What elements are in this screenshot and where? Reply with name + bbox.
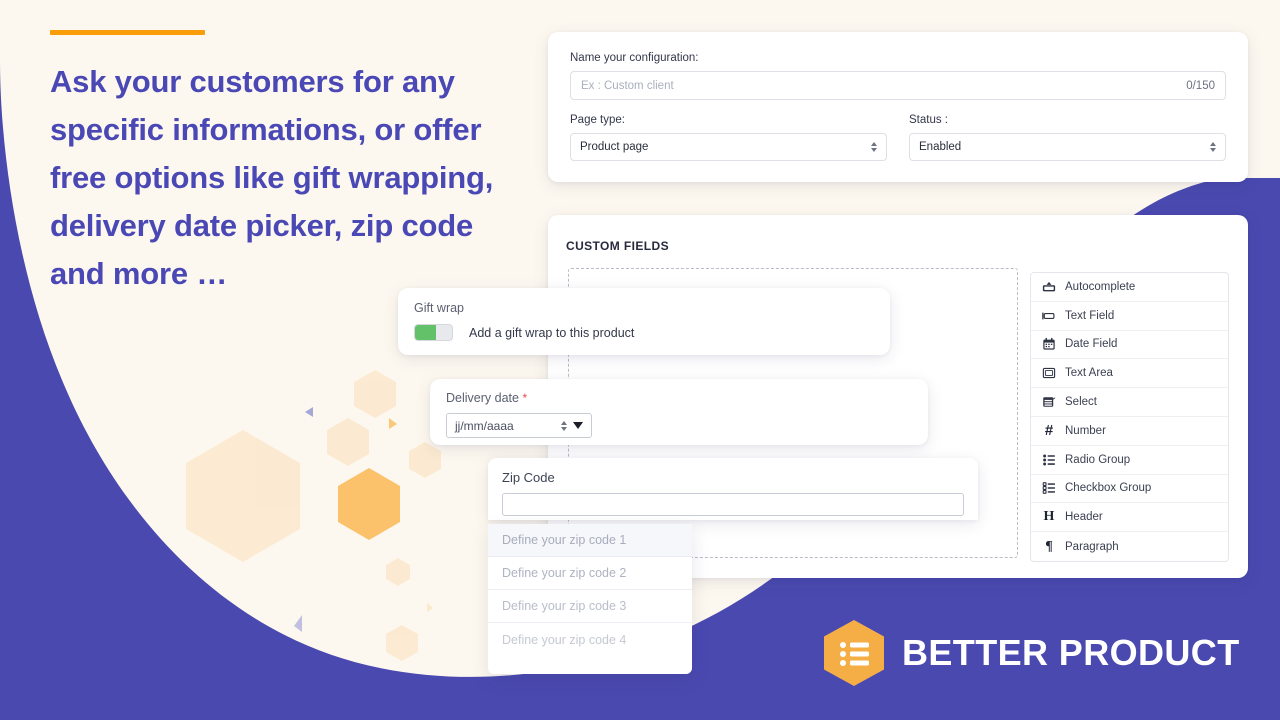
field-type-item[interactable]: Autocomplete bbox=[1031, 273, 1228, 302]
spinner-icon bbox=[1210, 142, 1216, 152]
field-type-item[interactable]: H Header bbox=[1031, 503, 1228, 533]
field-type-label: Header bbox=[1065, 511, 1103, 524]
field-type-item[interactable]: Text Area bbox=[1031, 359, 1228, 389]
field-type-label: Text Area bbox=[1065, 367, 1113, 380]
paragraph-icon: ¶ bbox=[1045, 538, 1053, 554]
page-type-select[interactable]: Product page bbox=[570, 133, 887, 161]
gift-wrap-title: Gift wrap bbox=[414, 301, 465, 315]
configuration-panel: Name your configuration: Ex : Custom cli… bbox=[548, 32, 1248, 182]
status-value: Enabled bbox=[919, 141, 962, 153]
hexagon-list-icon bbox=[824, 620, 884, 686]
field-type-label: Number bbox=[1065, 424, 1106, 437]
zip-code-input[interactable] bbox=[502, 493, 964, 516]
field-type-label: Autocomplete bbox=[1065, 280, 1136, 293]
field-type-label: Paragraph bbox=[1065, 540, 1119, 553]
toggle-knob bbox=[415, 325, 436, 340]
char-counter: 0/150 bbox=[1186, 79, 1215, 92]
status-select[interactable]: Enabled bbox=[909, 133, 1226, 161]
zip-code-option[interactable]: Define your zip code 1 bbox=[488, 524, 692, 557]
custom-fields-title: CUSTOM FIELDS bbox=[566, 239, 669, 253]
gift-wrap-card: Gift wrap Add a gift wrap to this produc… bbox=[398, 288, 890, 355]
accent-bar bbox=[50, 30, 205, 35]
zip-code-label: Zip Code bbox=[502, 470, 555, 485]
field-type-item[interactable]: Date Field bbox=[1031, 331, 1228, 360]
chevron-down-icon[interactable] bbox=[573, 422, 583, 429]
field-type-item[interactable]: Text Field bbox=[1031, 302, 1228, 331]
delivery-date-input[interactable]: jj/mm/aaaa bbox=[446, 413, 592, 438]
app-screenshot: Ask your customers for any specific info… bbox=[0, 0, 1280, 720]
field-type-label: Select bbox=[1065, 396, 1097, 409]
field-type-item[interactable]: Select bbox=[1031, 388, 1228, 417]
radio-group-icon bbox=[1042, 453, 1056, 467]
page-type-label: Page type: bbox=[570, 114, 625, 126]
delivery-date-card: Delivery date * jj/mm/aaaa bbox=[430, 379, 928, 445]
text-field-icon bbox=[1042, 309, 1056, 323]
checkbox-group-icon bbox=[1042, 481, 1056, 495]
field-type-list: Autocomplete Text Field Date Field Text Are… bbox=[1030, 272, 1229, 562]
autocomplete-icon bbox=[1042, 280, 1056, 294]
status-label: Status : bbox=[909, 114, 948, 126]
field-type-item[interactable]: # Number bbox=[1031, 417, 1228, 446]
spinner-icon[interactable] bbox=[561, 420, 567, 431]
calendar-icon bbox=[1042, 337, 1056, 351]
zip-code-dropdown: Define your zip code 1 Define your zip co… bbox=[488, 524, 692, 674]
hash-icon: # bbox=[1044, 422, 1054, 440]
text-area-icon bbox=[1042, 366, 1056, 380]
select-icon bbox=[1042, 395, 1056, 409]
field-type-label: Date Field bbox=[1065, 338, 1118, 351]
field-type-label: Radio Group bbox=[1065, 453, 1131, 466]
gift-wrap-toggle[interactable] bbox=[414, 324, 453, 341]
brand-name: BETTER PRODUCT bbox=[902, 632, 1240, 673]
required-marker: * bbox=[522, 391, 528, 405]
zip-code-option[interactable]: Define your zip code 4 bbox=[488, 623, 692, 656]
gift-wrap-description: Add a gift wrap to this product bbox=[469, 325, 635, 340]
brand-logo: BETTER PRODUCT bbox=[824, 620, 1240, 686]
date-placeholder: jj/mm/aaaa bbox=[455, 418, 514, 433]
configuration-name-placeholder: Ex : Custom client bbox=[581, 79, 674, 92]
field-type-label: Text Field bbox=[1065, 309, 1115, 322]
header-icon: H bbox=[1043, 509, 1055, 525]
zip-code-option[interactable]: Define your zip code 3 bbox=[488, 590, 692, 623]
zip-code-card: Zip Code bbox=[488, 458, 978, 520]
delivery-date-title: Delivery date bbox=[446, 391, 519, 405]
spinner-icon bbox=[871, 142, 877, 152]
config-name-label: Name your configuration: bbox=[570, 52, 699, 64]
delivery-date-label: Delivery date * bbox=[446, 391, 912, 405]
page-title: Ask your customers for any specific info… bbox=[50, 64, 494, 291]
field-type-item[interactable]: Checkbox Group bbox=[1031, 475, 1228, 504]
field-type-label: Checkbox Group bbox=[1065, 482, 1152, 495]
configuration-name-input[interactable]: Ex : Custom client 0/150 bbox=[570, 71, 1226, 100]
field-type-item[interactable]: Radio Group bbox=[1031, 446, 1228, 475]
field-type-item[interactable]: ¶ Paragraph bbox=[1031, 532, 1228, 561]
zip-code-option[interactable]: Define your zip code 2 bbox=[488, 557, 692, 590]
page-type-value: Product page bbox=[580, 141, 649, 153]
